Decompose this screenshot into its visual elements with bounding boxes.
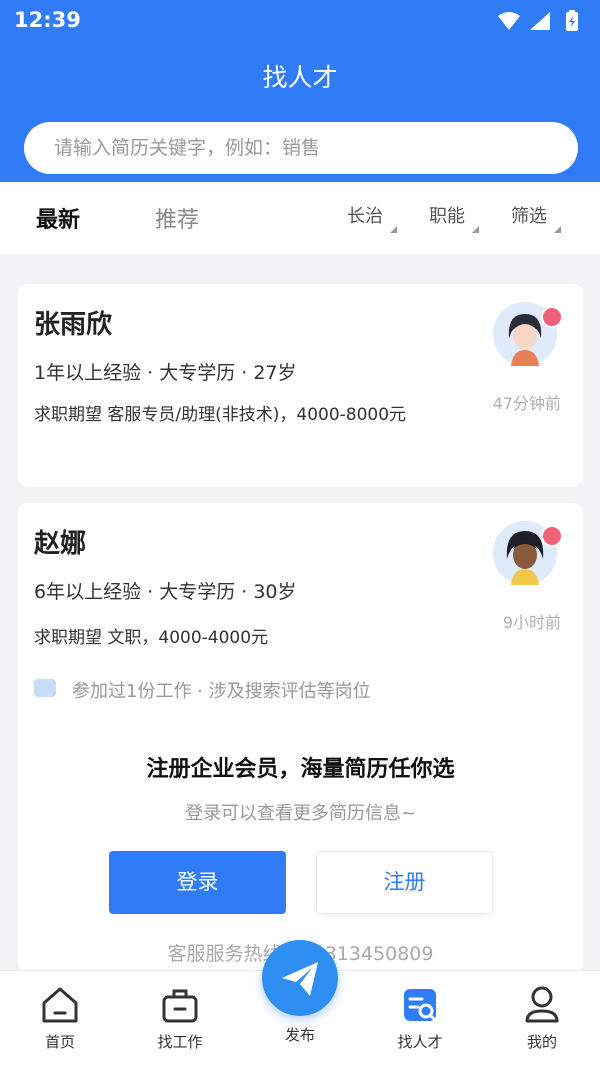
tabs-bar: 最新 推荐 长治 职能 筛选 <box>0 182 600 254</box>
nav-home-label: 首页 <box>44 1033 75 1051</box>
candidate-name: 张雨欣 <box>34 310 113 340</box>
publish-button[interactable] <box>262 940 338 1016</box>
battery-icon <box>566 10 578 31</box>
search-bar[interactable] <box>24 122 578 174</box>
status-bar: 12:39 <box>14 8 586 34</box>
nav-home[interactable]: 首页 <box>20 985 100 1052</box>
work-history-text: 参加过1份工作 · 涉及搜索评估等岗位 <box>72 681 371 702</box>
dropdown-triangle-icon <box>472 226 479 233</box>
app-header: 12:39 找人才 <box>0 0 600 182</box>
female-badge-icon <box>541 306 563 328</box>
register-button[interactable]: 注册 <box>316 851 493 914</box>
signal-icon <box>530 12 550 30</box>
briefcase-icon <box>34 679 56 697</box>
nav-mine[interactable]: 我的 <box>502 985 582 1052</box>
candidate-time: 47分钟前 <box>492 394 561 413</box>
nav-talent-label: 找人才 <box>397 1033 443 1051</box>
dropdown-triangle-icon <box>554 226 561 233</box>
candidate-name: 赵娜 <box>34 529 87 559</box>
login-button[interactable]: 登录 <box>109 851 286 914</box>
briefcase-icon <box>162 989 198 1023</box>
filter-city-label: 长治 <box>347 206 383 227</box>
candidate-time: 9小时前 <box>502 613 561 632</box>
filter-screen[interactable]: 筛选 <box>511 202 561 233</box>
page-title: 找人才 <box>262 63 338 92</box>
filter-city[interactable]: 长治 <box>347 202 397 233</box>
candidate-expectation: 求职期望 客服专员/助理(非技术)，4000-8000元 <box>34 405 407 425</box>
filter-position-label: 职能 <box>429 206 465 227</box>
user-icon <box>525 986 559 1023</box>
candidate-meta: 6年以上经验 · 大专学历 · 30岁 <box>34 581 297 603</box>
promo-title: 注册企业会员，海量简历任你选 <box>146 757 455 782</box>
nav-talent[interactable]: 找人才 <box>380 985 460 1052</box>
avatar <box>493 302 563 366</box>
female-badge-icon <box>541 525 563 547</box>
search-input[interactable] <box>54 122 554 174</box>
status-icons <box>498 10 578 31</box>
candidate-card[interactable]: 张雨欣 1年以上经验 · 大专学历 · 27岁 求职期望 客服专员/助理(非技术… <box>18 284 583 487</box>
nav-jobs[interactable]: 找工作 <box>140 985 220 1052</box>
home-icon <box>42 987 78 1023</box>
status-time: 12:39 <box>14 8 81 32</box>
find-talent-icon <box>404 989 436 1021</box>
candidate-meta: 1年以上经验 · 大专学历 · 27岁 <box>34 362 297 384</box>
dropdown-triangle-icon <box>390 226 397 233</box>
avatar <box>493 521 563 585</box>
promo-subtitle: 登录可以查看更多简历信息~ <box>184 803 417 824</box>
tab-recommend[interactable]: 推荐 <box>155 202 199 234</box>
nav-publish-label: 发布 <box>284 1026 315 1044</box>
candidate-card[interactable]: 赵娜 6年以上经验 · 大专学历 · 30岁 求职期望 文职，4000-4000… <box>18 503 583 973</box>
nav-mine-label: 我的 <box>526 1033 557 1051</box>
filter-position[interactable]: 职能 <box>429 202 479 233</box>
paper-plane-icon <box>282 962 318 996</box>
wifi-icon <box>498 12 520 30</box>
nav-jobs-label: 找工作 <box>157 1033 203 1051</box>
candidate-expectation: 求职期望 文职，4000-4000元 <box>34 628 269 648</box>
tab-latest[interactable]: 最新 <box>36 202 80 234</box>
filter-screen-label: 筛选 <box>511 206 547 227</box>
